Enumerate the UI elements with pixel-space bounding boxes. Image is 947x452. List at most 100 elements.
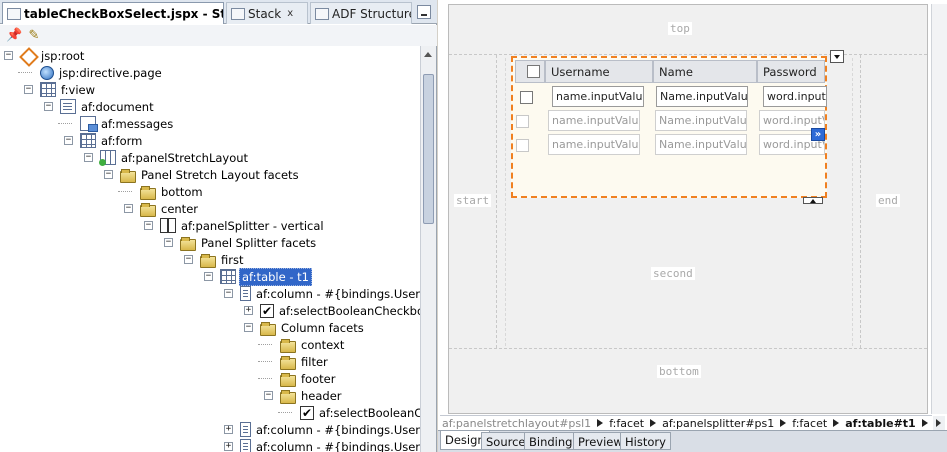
facet-start-label[interactable]: start	[454, 194, 492, 207]
collapse-icon[interactable]: −	[144, 221, 153, 230]
row-checkbox[interactable]	[516, 139, 529, 152]
column-icon	[240, 439, 251, 452]
tab-history[interactable]: History	[620, 432, 671, 450]
username-input[interactable]: name.inputValue}	[548, 134, 640, 155]
collapse-icon[interactable]: −	[104, 170, 113, 179]
table-dropdown-button[interactable]	[830, 50, 844, 63]
tree-node-facet-center[interactable]: center	[140, 200, 200, 217]
collapse-icon[interactable]: −	[124, 204, 133, 213]
collapse-icon[interactable]: −	[164, 238, 173, 247]
tree-node-column-facets[interactable]: Column facets	[260, 319, 366, 336]
breadcrumb-item[interactable]: f:facet	[607, 417, 646, 430]
tree-node-label: af:column - #{bindings.UsersVO1	[256, 286, 420, 301]
facet-second-label[interactable]: second	[651, 267, 695, 280]
tab-structure-file[interactable]: tableCheckBoxSelect.jspx - St... x	[2, 2, 224, 24]
design-vertical-scrollbar[interactable]	[931, 4, 947, 414]
tree-node-af-table-t1[interactable]: af:table - t1	[220, 267, 312, 286]
tree-node-af-panel-splitter[interactable]: af:panelSplitter - vertical	[160, 217, 326, 234]
breadcrumb-arrow-icon[interactable]	[833, 419, 840, 427]
tree-node-label: Panel Splitter facets	[201, 235, 317, 250]
tree-node-af-column[interactable]: af:column - #{bindings.UsersVO1	[240, 421, 420, 438]
tab-stack[interactable]: Stack x	[226, 2, 308, 24]
name-input[interactable]: Name.inputValue}	[655, 134, 747, 155]
table-header-username[interactable]: Username	[545, 60, 653, 83]
breadcrumb-item[interactable]: af:panelstretchlayout#psl1	[440, 417, 593, 430]
table-header-name[interactable]: Name	[653, 60, 757, 83]
breadcrumb-item[interactable]: af:panelsplitter#ps1	[660, 417, 776, 430]
collapse-icon[interactable]: −	[4, 51, 13, 60]
collapse-icon[interactable]: −	[24, 85, 33, 94]
collapse-icon[interactable]: −	[204, 272, 213, 281]
tree-node-af-select-boolean-checkbox-header[interactable]: ✔ af:selectBooleanChe	[300, 404, 420, 421]
tree-node-panel-splitter-facets[interactable]: Panel Splitter facets	[180, 234, 318, 251]
tree-node-af-column[interactable]: af:column - #{bindings.UsersVO1	[240, 285, 420, 302]
resize-handle[interactable]	[803, 197, 823, 204]
close-icon[interactable]: x	[287, 8, 293, 19]
expand-icon[interactable]: +	[224, 425, 233, 434]
scroll-up-icon[interactable]	[424, 52, 432, 57]
grid-icon	[80, 133, 96, 148]
tree-node-af-select-boolean-checkbox[interactable]: ✔ af:selectBooleanCheckbox	[260, 302, 420, 319]
collapse-icon[interactable]: −	[84, 153, 93, 162]
row-checkbox[interactable]	[520, 91, 533, 104]
tree-node-label: first	[221, 252, 244, 267]
tree-node-facet-filter[interactable]: filter	[280, 353, 330, 370]
collapse-icon[interactable]: −	[244, 323, 253, 332]
breadcrumb-arrow-icon[interactable]	[921, 419, 928, 427]
breadcrumb-arrow-icon[interactable]	[650, 419, 657, 427]
more-columns-icon[interactable]: »	[811, 128, 825, 141]
facet-end-label[interactable]: end	[876, 194, 900, 207]
password-input[interactable]: word.inputVa	[763, 86, 827, 107]
collapse-icon[interactable]: −	[184, 255, 193, 264]
table-header-select[interactable]	[515, 60, 545, 83]
select-all-checkbox[interactable]	[527, 65, 540, 78]
structure-scrollbar[interactable]	[420, 46, 436, 452]
folder-icon	[180, 236, 196, 251]
tree-node-panel-stretch-layout-facets[interactable]: Panel Stretch Layout facets	[120, 166, 301, 183]
scroll-right-icon[interactable]	[933, 416, 945, 430]
tree-node-facet-context[interactable]: context	[280, 336, 346, 353]
collapse-icon[interactable]: −	[44, 102, 53, 111]
tree-node-af-messages[interactable]: af:messages	[80, 115, 175, 132]
tree-node-label: af:table - t1	[239, 267, 312, 286]
folder-icon	[260, 321, 276, 336]
expand-icon[interactable]: +	[224, 442, 233, 451]
tab-stack-label: Stack	[248, 6, 282, 21]
breadcrumb-item[interactable]: af:table#t1	[843, 417, 918, 430]
folder-icon	[280, 355, 296, 370]
tree-node-label: Column facets	[281, 320, 364, 335]
folder-icon	[140, 202, 156, 217]
tree-node-af-form[interactable]: af:form	[80, 132, 144, 149]
folder-icon	[280, 389, 296, 404]
breadcrumb-arrow-icon[interactable]	[597, 419, 604, 427]
table-header-password[interactable]: Password	[757, 60, 825, 83]
tree-node-jsp-root[interactable]: jsp:root	[20, 47, 86, 64]
tab-adf-structure[interactable]: ADF Structure	[310, 2, 412, 24]
breadcrumb-arrow-icon[interactable]	[780, 419, 787, 427]
username-input[interactable]: name.inputValue}	[552, 86, 644, 107]
name-input[interactable]: Name.inputValue}	[655, 110, 747, 131]
tree-node-f-view[interactable]: f:view	[40, 81, 97, 98]
collapse-icon[interactable]: −	[224, 289, 233, 298]
collapse-icon[interactable]: −	[64, 136, 73, 145]
row-checkbox[interactable]	[516, 115, 529, 128]
pin-icon[interactable]: 📌	[6, 28, 22, 44]
edit-icon[interactable]: ✎	[26, 28, 42, 44]
collapse-icon[interactable]: −	[264, 391, 273, 400]
name-input[interactable]: Name.inputValue}	[656, 86, 748, 107]
tree-node-facet-header[interactable]: header	[280, 387, 344, 404]
tree-node-facet-bottom[interactable]: bottom	[140, 183, 205, 200]
username-input[interactable]: name.inputValue}	[548, 110, 640, 131]
breadcrumb-item[interactable]: f:facet	[790, 417, 829, 430]
facet-bottom-label[interactable]: bottom	[657, 365, 701, 378]
facet-top-label[interactable]: top	[668, 22, 692, 35]
tree-node-facet-first[interactable]: first	[200, 251, 245, 268]
tree-node-facet-footer[interactable]: footer	[280, 370, 337, 387]
tree-node-af-panel-stretch-layout[interactable]: af:panelStretchLayout	[99, 149, 250, 166]
tree-node-af-document[interactable]: af:document	[60, 98, 156, 115]
minimize-button[interactable]	[417, 5, 431, 19]
scroll-thumb[interactable]	[423, 74, 434, 224]
tree-node-af-column[interactable]: af:column - #{bindings.UsersVO1	[240, 438, 420, 452]
expand-icon[interactable]: +	[244, 306, 253, 315]
tree-node-jsp-directive-page[interactable]: jsp:directive.page	[40, 64, 164, 81]
